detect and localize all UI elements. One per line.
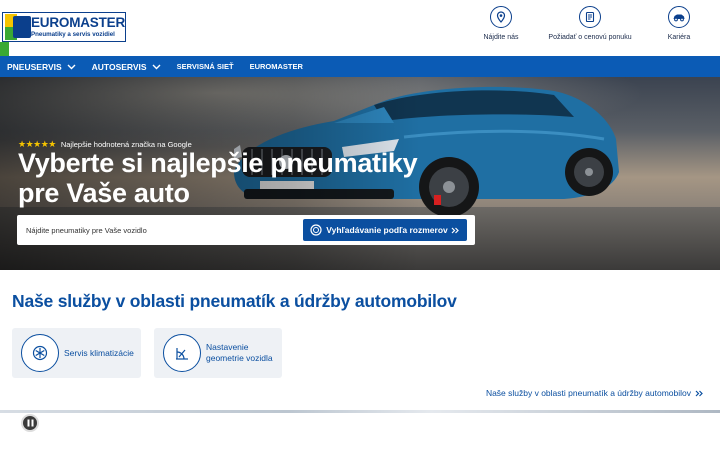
nav-item-servisna-siet[interactable]: SERVISNÁ SIEŤ xyxy=(177,62,234,71)
snowflake-icon xyxy=(21,334,59,372)
nav-item-pneuservis[interactable]: PNEUSERVIS xyxy=(7,62,76,72)
career-link[interactable]: Kariéra xyxy=(644,6,714,41)
request-quote-label: Požiadať o cenovú ponuku xyxy=(548,34,632,41)
search-by-size-button[interactable]: Vyhľadávanie podľa rozmerov xyxy=(303,219,467,241)
all-services-link-label: Naše služby v oblasti pneumatík a údržby… xyxy=(485,388,691,398)
service-card-label: Servis klimatizácie xyxy=(64,347,134,358)
map-pin-icon xyxy=(490,6,512,28)
tire-icon xyxy=(310,224,322,236)
hero-title: Vyberte si najlepšie pneumatiky pre Vaše… xyxy=(18,148,418,208)
nav-item-label: AUTOSERVIS xyxy=(91,61,147,72)
services-title: Naše služby v oblasti pneumatík a údržby… xyxy=(12,291,457,311)
nav-item-label: EUROMASTER xyxy=(249,62,303,71)
pause-button[interactable] xyxy=(21,414,39,432)
tire-search-box: Nájdite pneumatiky pre Vaše vozidlo Vyhľ… xyxy=(17,215,475,245)
hero-banner: ★★★★★ Najlepšie hodnotená značka na Goog… xyxy=(0,77,720,270)
chevron-down-icon xyxy=(67,64,76,69)
page: EUROMASTER Pneumatiky a servis vozidiel … xyxy=(0,0,720,450)
site-header: EUROMASTER Pneumatiky a servis vozidiel … xyxy=(0,0,720,56)
wheel-alignment-icon xyxy=(163,334,201,372)
section-divider-strip xyxy=(0,410,720,413)
service-card-label: Nastavenie geometrie vozidla xyxy=(206,342,273,363)
find-us-label: Nájdite nás xyxy=(483,34,519,41)
chevron-right-double-icon xyxy=(451,227,459,233)
all-services-link[interactable]: Naše služby v oblasti pneumatík a údržby… xyxy=(486,388,704,398)
nav-item-autoservis[interactable]: AUTOSERVIS xyxy=(92,62,161,72)
logo-title: EUROMASTER xyxy=(30,15,125,31)
chevron-right-double-icon xyxy=(695,390,703,396)
career-car-icon xyxy=(668,6,690,28)
logo-subtitle: Pneumatiky a servis vozidiel xyxy=(30,30,115,38)
pause-icon xyxy=(27,419,33,427)
main-nav: PNEUSERVIS AUTOSERVIS SERVISNÁ SIEŤ EURO… xyxy=(0,56,720,77)
nav-item-label: SERVISNÁ SIEŤ xyxy=(176,62,234,71)
chevron-down-icon xyxy=(152,64,161,69)
brand-accent xyxy=(0,42,9,56)
logo-mark-icon xyxy=(5,14,31,40)
service-card-wheel-alignment[interactable]: Nastavenie geometrie vozidla xyxy=(154,328,282,378)
nav-item-label: PNEUSERVIS xyxy=(7,61,62,72)
euromaster-logo[interactable]: EUROMASTER Pneumatiky a servis vozidiel xyxy=(2,12,126,42)
nav-item-euromaster[interactable]: EUROMASTER xyxy=(250,62,303,71)
header-actions: Nájdite nás Požiadať o cenovú ponuku Kar… xyxy=(466,6,714,41)
find-us-link[interactable]: Nájdite nás xyxy=(466,6,536,41)
quote-document-icon xyxy=(579,6,601,28)
service-card-air-conditioning[interactable]: Servis klimatizácie xyxy=(12,328,141,378)
search-button-label: Vyhľadávanie podľa rozmerov xyxy=(326,225,448,235)
request-quote-link[interactable]: Požiadať o cenovú ponuku xyxy=(536,6,644,41)
career-label: Kariéra xyxy=(667,34,691,41)
tire-search-input[interactable]: Nájdite pneumatiky pre Vaše vozidlo xyxy=(26,226,303,235)
